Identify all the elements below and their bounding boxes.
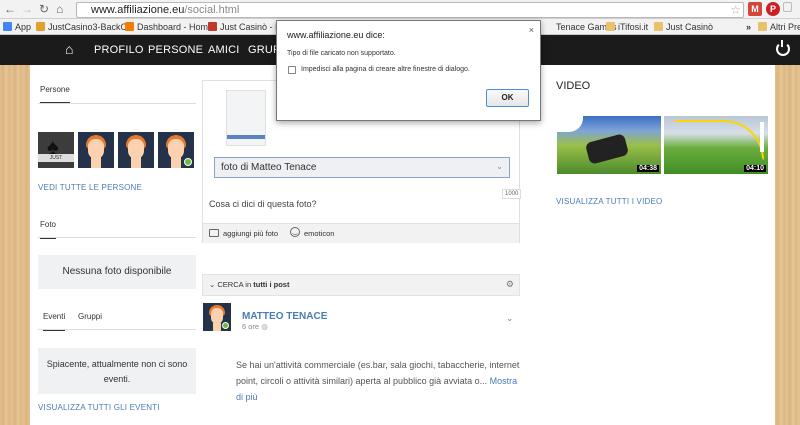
chevron-down-icon: ⌄ — [496, 162, 503, 171]
feed-search-label: ⌄ CERCA in tutti i post — [209, 280, 290, 289]
bookmark-item[interactable]: Dashboard - Home — [125, 21, 213, 33]
background-wood-left — [0, 65, 30, 425]
see-all-people-link[interactable]: VEDI TUTTE LE PERSONE — [38, 183, 142, 192]
video-duration: 04:10 — [744, 165, 766, 172]
alert-dialog: www.affiliazione.eu dice: × Tipo di file… — [276, 20, 541, 121]
folder-icon — [654, 22, 663, 31]
post-text: Se hai un'attività commerciale (es.bar, … — [236, 360, 520, 402]
no-events-box: Spiacente, attualmente non ci sono event… — [38, 348, 196, 394]
post-avatar[interactable] — [203, 303, 231, 331]
dialog-title: www.affiliazione.eu dice: — [287, 30, 385, 40]
ok-button[interactable]: OK — [486, 89, 529, 107]
player-figure — [584, 133, 630, 165]
no-photos-box: Nessuna foto disponibile — [38, 255, 196, 289]
nav-profilo[interactable]: PROFILO — [94, 44, 144, 56]
char-counter: 1000 — [502, 189, 522, 199]
divider — [38, 237, 196, 238]
video-thumbnail[interactable]: 04:38 — [557, 116, 661, 174]
bookmark-favicon-icon — [125, 22, 134, 31]
back-icon[interactable]: ← — [4, 2, 16, 16]
globe-icon: ◍ — [261, 322, 268, 331]
emoticon-button[interactable]: emoticon — [304, 229, 334, 238]
upload-progress-bar — [227, 135, 265, 139]
background-wood-right — [775, 65, 800, 425]
tab-persone[interactable]: Persone — [40, 85, 70, 104]
post-author[interactable]: MATTEO TENACE — [242, 311, 327, 322]
folder-icon — [758, 22, 767, 31]
bookmark-favicon-icon — [208, 22, 217, 31]
feed-search-scope[interactable]: tutti i post — [253, 280, 289, 289]
avatar[interactable]: ♠ JUST — [38, 132, 74, 168]
divider — [38, 103, 196, 104]
feed-search-bar[interactable]: ⌄ CERCA in tutti i post ⚙ — [202, 274, 520, 296]
address-bar[interactable]: www.affiliazione.eu/social.html ☆ — [76, 2, 744, 18]
video-duration: 04:38 — [637, 165, 659, 172]
bookmark-apps[interactable]: App — [3, 21, 31, 33]
close-icon[interactable]: × — [529, 25, 534, 35]
pinterest-icon[interactable]: P — [766, 2, 780, 16]
logout-power-icon[interactable] — [776, 40, 790, 56]
dialog-message: Tipo di file caricato non supportato. — [287, 50, 396, 57]
see-all-events-link[interactable]: VISUALIZZA TUTTI GLI EVENTI — [38, 403, 160, 412]
home-icon[interactable]: ⌂ — [56, 2, 63, 16]
gmail-icon[interactable]: M — [748, 2, 762, 16]
add-photos-button[interactable]: aggiungi più foto — [223, 229, 278, 238]
channel-logo — [557, 116, 583, 132]
video-thumbnail[interactable]: 04:10 — [664, 116, 768, 174]
tab-gruppi[interactable]: Gruppi — [78, 312, 102, 329]
image-icon — [209, 229, 219, 237]
prevent-dialogs-label[interactable]: Impedisci alla pagina di creare altre fi… — [301, 66, 470, 73]
composer-toolbar: aggiungi più foto ‿ emoticon — [203, 223, 519, 243]
post-options-chevron-icon[interactable]: ⌄ — [506, 313, 514, 324]
folder-icon — [606, 22, 615, 31]
bookmark-star-icon[interactable]: ☆ — [730, 3, 741, 17]
nav-amici[interactable]: AMICI — [208, 44, 240, 56]
url-host: www.affiliazione.eu — [91, 4, 185, 16]
home-icon[interactable]: ⌂ — [65, 41, 74, 57]
gear-icon[interactable]: ⚙ — [506, 279, 514, 290]
online-status-dot — [222, 322, 229, 329]
see-all-videos-link[interactable]: VISUALIZZA TUTTI I VIDEO — [556, 197, 662, 206]
photo-preview — [226, 90, 266, 146]
nav-persone[interactable]: PERSONE — [148, 44, 203, 56]
browser-toolbar: ← → ↻ ⌂ www.affiliazione.eu/social.html … — [0, 0, 800, 19]
photo-caption-input[interactable]: Cosa ci dici di questa foto? — [209, 199, 317, 209]
album-select[interactable]: foto di Matteo Tenace ⌄ — [214, 157, 510, 178]
forward-icon[interactable]: → — [21, 2, 33, 16]
video-title: VIDEO — [556, 80, 591, 92]
more-bookmarks[interactable]: » — [746, 21, 751, 33]
avatar[interactable] — [78, 132, 114, 168]
bookmark-favicon-icon — [36, 22, 45, 31]
bookmark-item[interactable]: Just Casinò — [654, 21, 713, 33]
bookmark-item[interactable]: JustCasino3-BackOff: — [36, 21, 135, 33]
avatar-logo-text: JUST — [38, 154, 74, 162]
bookmark-item[interactable]: iTifosi.it — [606, 21, 648, 33]
url-path: /social.html — [184, 4, 240, 16]
prevent-dialogs-checkbox[interactable] — [288, 66, 296, 74]
reload-icon[interactable]: ↻ — [39, 2, 49, 16]
avatar[interactable] — [118, 132, 154, 168]
extension-icon[interactable] — [783, 2, 792, 12]
goal-post — [760, 122, 764, 152]
emoticon-icon: ‿ — [290, 227, 300, 237]
apps-icon — [3, 22, 12, 31]
post-time: 6 ore ◍ — [242, 322, 268, 331]
ball-trajectory — [674, 120, 764, 160]
divider — [38, 329, 196, 330]
avatar[interactable] — [158, 132, 194, 168]
online-status-dot — [184, 158, 192, 166]
bookmark-other[interactable]: Altri Pre — [758, 21, 800, 33]
